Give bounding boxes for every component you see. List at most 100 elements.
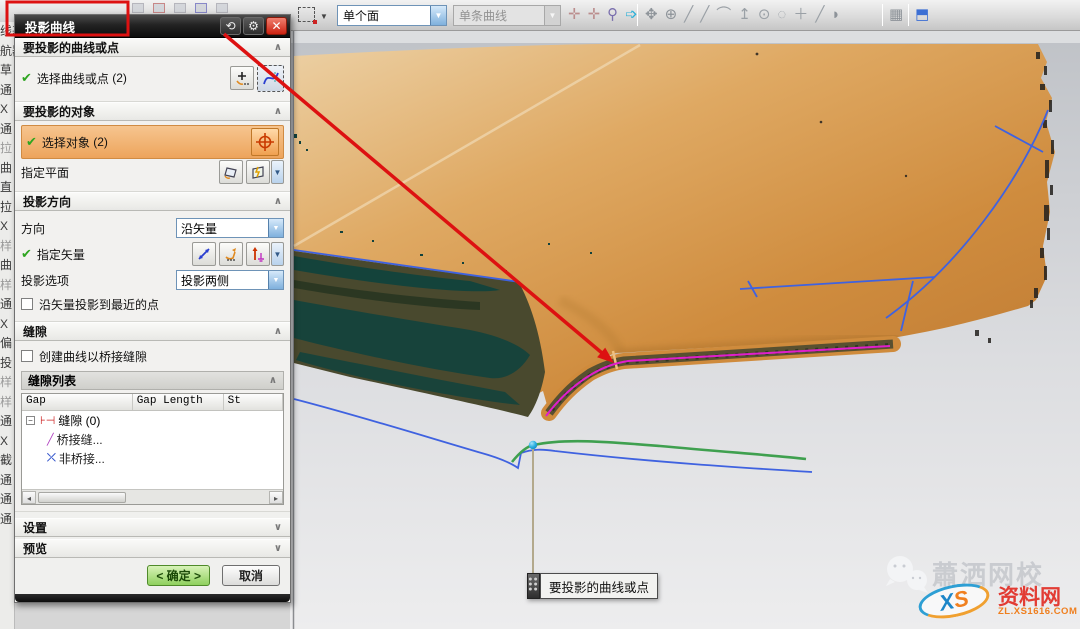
left-strip-item[interactable]: 曲 xyxy=(0,159,15,179)
col-gap-length[interactable]: Gap Length xyxy=(133,394,224,410)
snap-icon[interactable]: ✛ xyxy=(588,2,601,28)
face-rule-combo[interactable]: 单个面 ▼ xyxy=(337,5,447,26)
selection-point[interactable] xyxy=(529,441,537,449)
non-bridge-gap-row[interactable]: ⤫ 非桥接... xyxy=(22,449,283,468)
collapse-icon[interactable]: ∧ xyxy=(274,42,282,53)
projection-option-combo[interactable]: 投影两侧 ▼ xyxy=(176,270,284,290)
section-gap[interactable]: 缝隙 ∧ xyxy=(15,322,290,341)
tree-expand-icon[interactable]: − xyxy=(26,416,35,425)
left-strip-item[interactable]: X xyxy=(0,315,15,335)
left-strip-item[interactable]: 直 xyxy=(0,178,15,198)
gap-table-hscrollbar[interactable]: ◂ ▸ xyxy=(22,489,283,504)
snap-toolbar-group1[interactable]: ✛✛⚲➩ xyxy=(568,2,638,28)
projection-option-dropdown-icon[interactable]: ▼ xyxy=(268,271,283,289)
left-strip-item[interactable]: 通 xyxy=(0,120,15,140)
plane-dialog-icon[interactable] xyxy=(219,160,243,184)
rectangle-select-icon[interactable] xyxy=(298,7,315,22)
direction-dropdown-icon[interactable]: ▼ xyxy=(268,219,283,237)
snap-icon[interactable]: ✥ xyxy=(645,2,658,28)
vector-constructor-icon[interactable] xyxy=(219,242,243,266)
left-strip-item[interactable]: 样 xyxy=(0,237,15,257)
left-strip-item[interactable]: 通 xyxy=(0,412,15,432)
vector-direction-icon[interactable] xyxy=(246,242,270,266)
section-curves-to-project[interactable]: 要投影的曲线或点 ∧ xyxy=(15,38,290,57)
collapse-icon[interactable]: ∧ xyxy=(274,106,282,117)
cancel-button[interactable]: 取消 xyxy=(222,565,280,586)
left-strip-item[interactable]: 通 xyxy=(0,81,15,101)
left-strip-item[interactable]: 截 xyxy=(0,451,15,471)
snap-icon[interactable]: ＋ xyxy=(793,2,808,28)
dialog-titlebar[interactable]: 投影曲线 ⟲ ⚙ ✕ xyxy=(15,15,290,38)
gap-table-header[interactable]: Gap Gap Length St xyxy=(22,394,283,411)
snap-toolbar-group2[interactable]: ✥⊕╱╱⌒↥⊙◌＋╱◗ xyxy=(645,2,840,28)
left-strip-item[interactable]: 通 xyxy=(0,490,15,510)
viewport-3d[interactable] xyxy=(290,31,1080,629)
gap-group-row[interactable]: − ⊦⊣ 缝隙 (0) xyxy=(22,411,283,430)
plane-dropdown-caret[interactable]: ▼ xyxy=(271,160,284,184)
snap-icon[interactable]: ◌ xyxy=(777,2,786,28)
grid-icon[interactable]: ▦ xyxy=(889,2,903,28)
left-strip-item[interactable]: 通 xyxy=(0,471,15,491)
left-strip-item[interactable]: 拉 xyxy=(0,198,15,218)
select-dropdown-caret[interactable]: ▼ xyxy=(320,12,328,21)
gap-table[interactable]: Gap Gap Length St − ⊦⊣ 缝隙 (0) ╱ 桥接缝... ⤫… xyxy=(21,393,284,505)
dialog-bottom-edge[interactable] xyxy=(15,594,290,602)
direction-combo[interactable]: 沿矢量 ▼ xyxy=(176,218,284,238)
expand-icon[interactable]: ∨ xyxy=(274,522,282,533)
left-strip-item[interactable]: 样 xyxy=(0,373,15,393)
object-crosshair-icon[interactable] xyxy=(251,128,279,156)
section-settings[interactable]: 设置 ∨ xyxy=(15,518,290,537)
col-status[interactable]: St xyxy=(224,394,283,410)
snap-icon[interactable]: ⚲ xyxy=(607,2,618,28)
two-point-vector-icon[interactable] xyxy=(192,242,216,266)
curve-rule-button[interactable] xyxy=(257,65,284,92)
snap-icon[interactable]: ✛ xyxy=(568,2,581,28)
snap-icon[interactable]: ╱ xyxy=(815,2,824,28)
left-strip-item[interactable]: 草 xyxy=(0,61,15,81)
nearest-point-checkbox[interactable] xyxy=(21,298,33,310)
left-strip-item[interactable]: 航器 xyxy=(0,42,15,62)
left-strip-item[interactable]: 投 xyxy=(0,354,15,374)
snap-icon[interactable]: ↥ xyxy=(738,2,751,28)
section-objects-to-project[interactable]: 要投影的对象 ∧ xyxy=(15,102,290,121)
left-strip-item[interactable]: 通 xyxy=(0,510,15,530)
bridge-gap-checkbox[interactable] xyxy=(21,350,33,362)
col-gap[interactable]: Gap xyxy=(22,394,133,410)
left-strip-item[interactable]: 通 xyxy=(0,295,15,315)
snap-icon[interactable]: ⊙ xyxy=(758,2,771,28)
left-strip-item[interactable]: 偏 xyxy=(0,334,15,354)
plane-constructor-icon[interactable] xyxy=(246,160,270,184)
gap-list-subheader[interactable]: 缝隙列表 ∧ xyxy=(21,371,284,390)
reset-icon[interactable]: ⟲ xyxy=(220,17,241,35)
snap-icon[interactable]: ⌒ xyxy=(716,2,731,28)
snap-icon[interactable]: ◗ xyxy=(831,2,840,28)
drag-handle-icon[interactable]: ●●●●●● xyxy=(527,573,540,599)
section-preview[interactable]: 预览 ∨ xyxy=(15,539,290,558)
vector-dropdown-caret[interactable]: ▼ xyxy=(271,242,284,266)
left-strip-item[interactable]: 线基 xyxy=(0,22,15,42)
gear-icon[interactable]: ⚙ xyxy=(243,17,264,35)
bounded-box-icon[interactable]: ⬒ xyxy=(915,2,929,28)
bridge-gap-row[interactable]: ╱ 桥接缝... xyxy=(22,430,283,449)
collapse-icon[interactable]: ∧ xyxy=(274,326,282,337)
scroll-left-icon[interactable]: ◂ xyxy=(22,491,36,504)
collapse-icon[interactable]: ∧ xyxy=(274,196,282,207)
face-rule-dropdown-icon[interactable]: ▼ xyxy=(430,6,446,25)
left-strip-item[interactable]: X xyxy=(0,432,15,452)
snap-icon[interactable]: ╱ xyxy=(684,2,693,28)
snap-icon[interactable]: ➩ xyxy=(625,2,638,28)
point-constructor-button[interactable] xyxy=(230,66,254,90)
collapse-icon[interactable]: ∧ xyxy=(269,375,277,386)
left-strip-item[interactable]: 样 xyxy=(0,276,15,296)
left-strip-item[interactable]: 样 xyxy=(0,393,15,413)
scroll-right-icon[interactable]: ▸ xyxy=(269,491,283,504)
snap-icon[interactable]: ⊕ xyxy=(665,2,678,28)
expand-icon[interactable]: ∨ xyxy=(274,543,282,554)
left-strip-item[interactable]: 曲 xyxy=(0,256,15,276)
section-projection-direction[interactable]: 投影方向 ∧ xyxy=(15,192,290,211)
left-strip-item[interactable]: X xyxy=(0,217,15,237)
left-strip-item[interactable]: 拉 xyxy=(0,139,15,159)
ok-button[interactable]: < 确定 > xyxy=(147,565,210,586)
scroll-thumb[interactable] xyxy=(38,492,126,503)
left-strip-item[interactable]: X xyxy=(0,100,15,120)
